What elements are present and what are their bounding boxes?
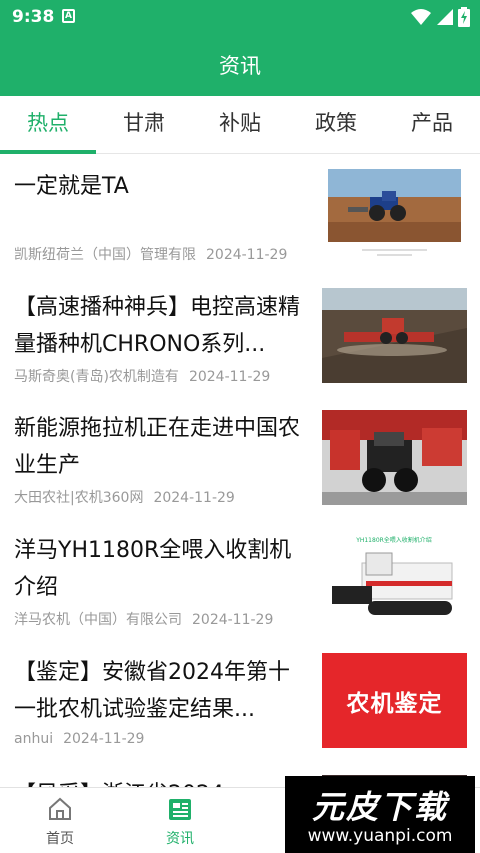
news-title: 洋马YH1180R全喂入收割机介绍 [14, 538, 292, 600]
news-thumbnail-tractor-field [322, 167, 467, 262]
news-meta: 大田农社|农机360网 2024-11-29 [14, 487, 235, 507]
home-icon [49, 797, 71, 820]
news-date: 2024-11-29 [63, 731, 145, 747]
page-title: 资讯 [219, 54, 261, 78]
news-meta: 洋马农机（中国）有限公司 2024-11-29 [14, 609, 273, 629]
category-tabs: 热点 甘肃 补贴 政策 产品 [0, 96, 480, 154]
news-date: 2024-11-29 [188, 369, 271, 385]
news-thumbnail-harvester: YH1180R全喂入收割机介绍 [322, 531, 467, 626]
signal-icon [437, 9, 453, 25]
wifi-icon [411, 9, 431, 25]
news-thumbnail-appraisal: 农机鉴定 [322, 653, 467, 748]
news-icon [169, 799, 191, 820]
news-source: 洋马农机（中国）有限公司 [14, 612, 182, 628]
news-list: 一定就是TA 凯斯纽荷兰（中国）管理有限 2024-11-29 【高速播种神兵】… [0, 155, 480, 787]
status-time: 9:38 [12, 7, 55, 27]
news-date: 2024-11-29 [153, 490, 235, 506]
news-source: 马斯奇奥(青岛)农机制造有 [14, 369, 179, 385]
title-bar: 资讯 [0, 34, 480, 96]
news-item[interactable]: 新能源拖拉机正在走进中国农业生产 大田农社|农机360网 2024-11-29 [0, 397, 480, 518]
news-source: anhui [14, 731, 54, 747]
news-source: 凯斯纽荷兰（中国）管理有限 [14, 247, 196, 263]
watermark: 元皮下载 www.yuanpi.com [285, 776, 475, 853]
news-title: 一定就是TA [14, 174, 129, 199]
news-title: 【高速播种神兵】电控高速精量播种机CHRONO系列... [14, 295, 301, 357]
battery-icon [458, 7, 470, 27]
news-meta: anhui 2024-11-29 [14, 731, 144, 747]
nav-news[interactable]: 资讯 [120, 788, 240, 853]
tab-gansu[interactable]: 甘肃 [96, 96, 192, 154]
news-item[interactable]: 一定就是TA 凯斯纽荷兰（中国）管理有限 2024-11-29 [0, 155, 480, 276]
news-item[interactable]: 【鉴定】安徽省2024年第十一批农机试验鉴定结果... anhui 2024-11… [0, 641, 480, 762]
news-date: 2024-11-29 [206, 247, 288, 263]
tab-subsidy[interactable]: 补贴 [192, 96, 288, 154]
news-thumbnail-seeder [322, 288, 467, 383]
tab-hot[interactable]: 热点 [0, 96, 96, 154]
news-source: 大田农社|农机360网 [14, 490, 144, 506]
tab-policy[interactable]: 政策 [288, 96, 384, 154]
news-meta: 马斯奇奥(青岛)农机制造有 2024-11-29 [14, 366, 270, 386]
status-bar: 9:38 A [0, 0, 480, 34]
news-thumbnail-electric-tractor [322, 410, 467, 505]
watermark-logo: 元皮下载 [311, 788, 448, 826]
news-title: 【风采】浙江省2024 [14, 776, 310, 787]
news-title: 新能源拖拉机正在走进中国农业生产 [14, 416, 301, 478]
nav-home-label: 首页 [46, 831, 74, 847]
nav-news-label: 资讯 [166, 831, 194, 847]
notification-a-icon: A [62, 9, 75, 23]
tab-products[interactable]: 产品 [384, 96, 480, 154]
news-title: 【鉴定】安徽省2024年第十一批农机试验鉴定结果... [14, 660, 290, 722]
news-date: 2024-11-29 [192, 612, 274, 628]
watermark-url: www.yuanpi.com [307, 826, 453, 846]
thumb-appraisal-text: 农机鉴定 [346, 690, 443, 717]
news-item[interactable]: 【高速播种神兵】电控高速精量播种机CHRONO系列... 马斯奇奥(青岛)农机制… [0, 276, 480, 397]
nav-home[interactable]: 首页 [0, 788, 120, 853]
news-meta: 凯斯纽荷兰（中国）管理有限 2024-11-29 [14, 244, 287, 264]
news-item[interactable]: 洋马YH1180R全喂入收割机介绍 洋马农机（中国）有限公司 2024-11-29… [0, 519, 480, 640]
thumb-caption: YH1180R全喂入收割机介绍 [355, 536, 432, 544]
